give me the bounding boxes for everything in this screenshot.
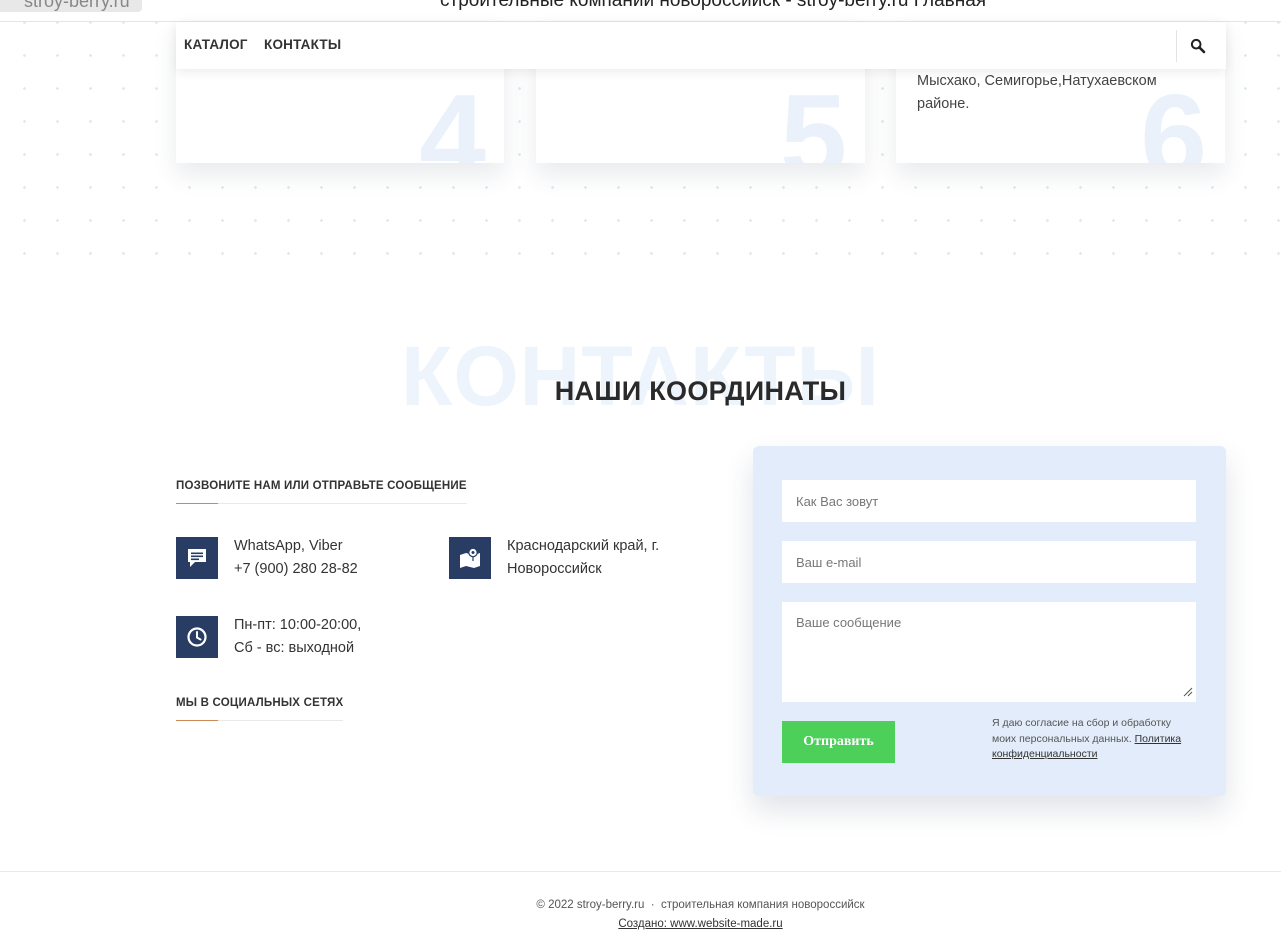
- copyright-text: © 2022 stroy-berry.ru: [536, 899, 645, 911]
- social-heading: МЫ В СОЦИАЛЬНЫХ СЕТЯХ: [176, 697, 344, 721]
- hours-weekdays: Пн-пт: 10:00-20:00,: [234, 617, 362, 633]
- contact-form: Отправить Я даю согласие на сбор и обраб…: [753, 446, 1226, 796]
- resize-grip-icon[interactable]: [1183, 687, 1193, 697]
- submit-button[interactable]: Отправить: [782, 721, 895, 763]
- site-tag: stroy-berry.ru: [0, 0, 142, 12]
- search-icon: [1190, 38, 1206, 54]
- address-line-1: Краснодарский край, г.: [507, 538, 660, 554]
- name-input[interactable]: [782, 480, 1196, 522]
- hours-info: Пн-пт: 10:00-20:00, Сб - вс: выходной: [234, 614, 361, 660]
- footer-tagline: строительная компания новороссийск: [661, 899, 865, 911]
- phone-label: WhatsApp, Viber: [234, 538, 343, 554]
- clock-icon-box: [176, 616, 218, 658]
- nav-item-catalog[interactable]: КАТАЛОГ: [184, 37, 248, 52]
- window-title-bar: stroy-berry.ru строительные компании нов…: [0, 0, 1281, 22]
- consent-text: Я даю согласие на сбор и обработку моих …: [992, 716, 1197, 763]
- chat-icon-box: [176, 537, 218, 579]
- address-info: Краснодарский край, г. Новороссийск: [507, 535, 659, 581]
- footer-separator: ·: [650, 899, 655, 911]
- chat-icon: [188, 549, 206, 567]
- call-heading: ПОЗВОНИТЕ НАМ ИЛИ ОТПРАВЬТЕ СООБЩЕНИЕ: [176, 480, 467, 504]
- card-text: Мысхако, Семигорье,Натухаевском районе.: [917, 73, 1157, 112]
- email-input[interactable]: [782, 541, 1196, 583]
- nav-divider: [1176, 30, 1177, 62]
- footer-credit: Создано: www.website-made.ru: [0, 918, 1281, 930]
- section-title: НАШИ КООРДИНАТЫ: [554, 376, 847, 406]
- hours-weekend: Сб - вс: выходной: [234, 640, 355, 656]
- card-number: 5: [780, 70, 847, 163]
- search-button[interactable]: [1190, 38, 1210, 58]
- made-by-link[interactable]: Создано: www.website-made.ru: [618, 918, 782, 930]
- phone-info: WhatsApp, Viber +7 (900) 280 28-82: [234, 535, 358, 581]
- phone-number[interactable]: +7 (900) 280 28-82: [234, 558, 358, 581]
- card-number: 4: [419, 70, 486, 163]
- page-title: строительные компании новороссийск - str…: [440, 0, 987, 11]
- address-line-2: Новороссийск: [507, 561, 602, 577]
- map-icon: [460, 547, 480, 568]
- navbar: КАТАЛОГ КОНТАКТЫ: [176, 22, 1226, 69]
- footer-divider: [0, 871, 1281, 872]
- map-icon-box: [449, 537, 491, 579]
- footer-copyright: © 2022 stroy-berry.ru · строительная ком…: [0, 899, 1281, 911]
- message-textarea[interactable]: [782, 602, 1196, 702]
- clock-icon: [187, 627, 207, 647]
- nav-item-contacts[interactable]: КОНТАКТЫ: [264, 37, 341, 52]
